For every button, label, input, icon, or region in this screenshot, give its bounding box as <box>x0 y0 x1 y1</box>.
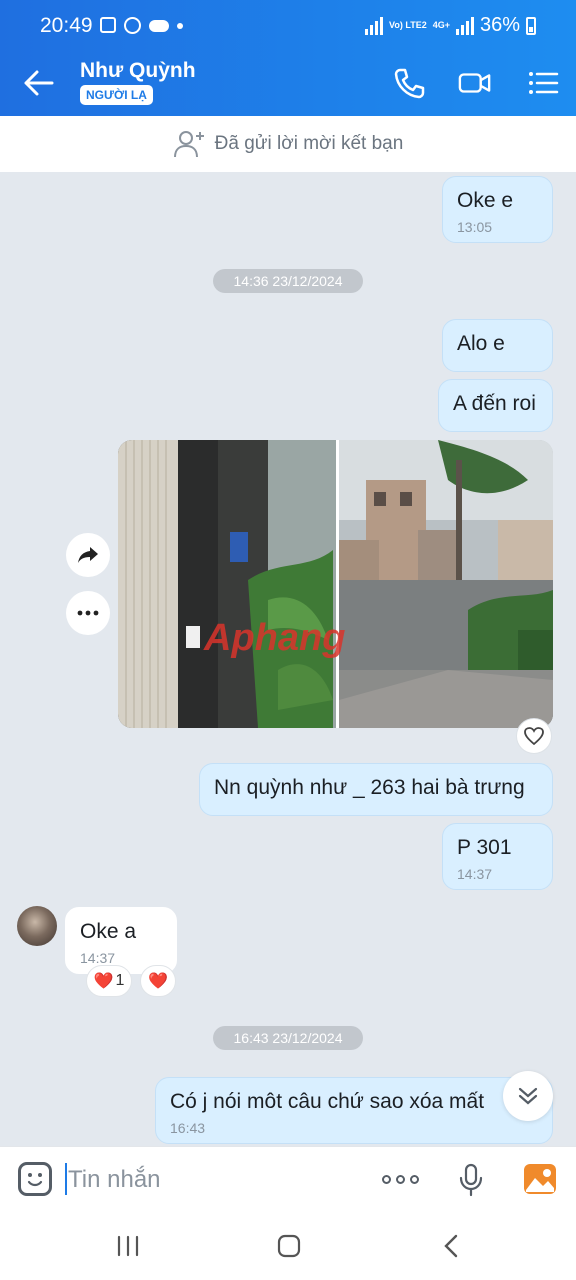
message-time: 14:37 <box>457 866 493 882</box>
text-cursor <box>65 1163 67 1195</box>
contact-avatar[interactable] <box>17 906 57 946</box>
photo-image: Aphang <box>118 440 553 728</box>
more-options-button[interactable] <box>66 591 110 635</box>
signal-icon-2 <box>455 16 474 35</box>
video-call-icon[interactable] <box>458 66 492 100</box>
more-notifications-icon <box>177 23 183 29</box>
system-nav-bar <box>0 1212 576 1280</box>
network-label: Vo) LTE2 <box>389 20 427 30</box>
more-dots-icon[interactable] <box>382 1175 419 1184</box>
status-notification-icons <box>100 17 183 34</box>
photo-watermark: Aphang <box>203 617 345 659</box>
stranger-badge: NGƯỜI LẠ <box>80 85 153 105</box>
recent-apps-icon[interactable] <box>116 1234 140 1258</box>
message-time: 13:05 <box>457 219 493 235</box>
friend-request-bar: Đã gửi lời mời kết bạn <box>0 116 576 172</box>
scroll-to-bottom-button[interactable] <box>503 1071 553 1121</box>
emoji-face <box>27 1173 43 1187</box>
photo-message[interactable]: Aphang <box>118 440 553 728</box>
message-bubble[interactable]: Nn quỳnh như _ 263 hai bà trưng <box>199 763 553 816</box>
message-text: Alo e <box>457 332 505 355</box>
date-separator: 14:36 23/12/2024 <box>213 269 363 293</box>
date-separator: 16:43 23/12/2024 <box>213 1026 363 1050</box>
reaction-heart-icon: ❤️ <box>148 973 168 990</box>
message-text: P 301 <box>457 836 512 859</box>
phone-icon[interactable] <box>392 66 426 100</box>
forward-icon <box>78 547 98 563</box>
more-dots-icon <box>77 610 99 616</box>
status-time: 20:49 <box>40 14 93 37</box>
home-icon[interactable] <box>277 1234 301 1258</box>
image-icon[interactable] <box>523 1163 557 1195</box>
gallery-notification-icon <box>100 17 116 33</box>
status-right: Vo) LTE2 4G+ 36% <box>365 14 536 37</box>
message-text: Nn quỳnh như _ 263 hai bà trưng <box>214 776 525 799</box>
message-text: Có j nói môt câu chứ sao xóa mất <box>170 1090 485 1113</box>
menu-list-icon[interactable] <box>526 66 560 100</box>
reaction-count[interactable]: ❤️ 1 <box>86 965 132 997</box>
battery-percent: 36% <box>479 14 520 36</box>
add-reaction-button[interactable]: ❤️ <box>140 965 176 997</box>
message-text: Oke e <box>457 189 514 212</box>
back-arrow-icon[interactable] <box>22 68 56 98</box>
signal-icon <box>365 16 384 35</box>
friend-request-text: Đã gửi lời mời kết bạn <box>214 133 404 154</box>
battery-icon <box>526 16 536 35</box>
message-bubble[interactable]: A đến roi <box>438 379 553 432</box>
message-input[interactable]: Tin nhắn <box>68 1166 161 1194</box>
message-bubble[interactable]: Alo e <box>442 319 553 372</box>
message-text: Oke a <box>80 920 137 943</box>
heart-outline-icon <box>524 727 544 745</box>
message-bubble[interactable]: P 301 14:37 <box>442 823 553 890</box>
network-type: 4G+ <box>432 20 450 30</box>
forward-button[interactable] <box>66 533 110 577</box>
reaction-count-value: 1 <box>115 972 125 989</box>
reaction-heart-icon: ❤️ <box>93 973 114 990</box>
chrome-notification-icon <box>124 17 141 34</box>
status-bar: 20:49 Vo) LTE2 4G+ 36% <box>0 0 576 50</box>
message-bubble[interactable]: Có j nói môt câu chứ sao xóa mất 16:43 <box>155 1077 553 1144</box>
emoji-icon[interactable] <box>18 1162 52 1196</box>
back-nav-icon[interactable] <box>441 1234 461 1258</box>
add-user-icon <box>173 131 204 158</box>
chat-header: Như Quỳnh NGƯỜI LẠ <box>0 50 576 116</box>
message-time: 14:37 <box>80 950 116 966</box>
react-heart-button[interactable] <box>516 718 552 754</box>
cloud-icon <box>149 20 169 32</box>
message-time: 16:43 <box>170 1120 206 1136</box>
contact-name[interactable]: Như Quỳnh <box>80 59 196 83</box>
message-input-bar: Tin nhắn <box>0 1146 576 1212</box>
message-text: A đến roi <box>453 392 536 415</box>
message-bubble-incoming[interactable]: Oke a 14:37 <box>65 907 177 974</box>
microphone-icon[interactable] <box>458 1163 484 1197</box>
message-bubble[interactable]: Oke e 13:05 <box>442 176 553 243</box>
double-chevron-down-icon <box>518 1087 538 1105</box>
